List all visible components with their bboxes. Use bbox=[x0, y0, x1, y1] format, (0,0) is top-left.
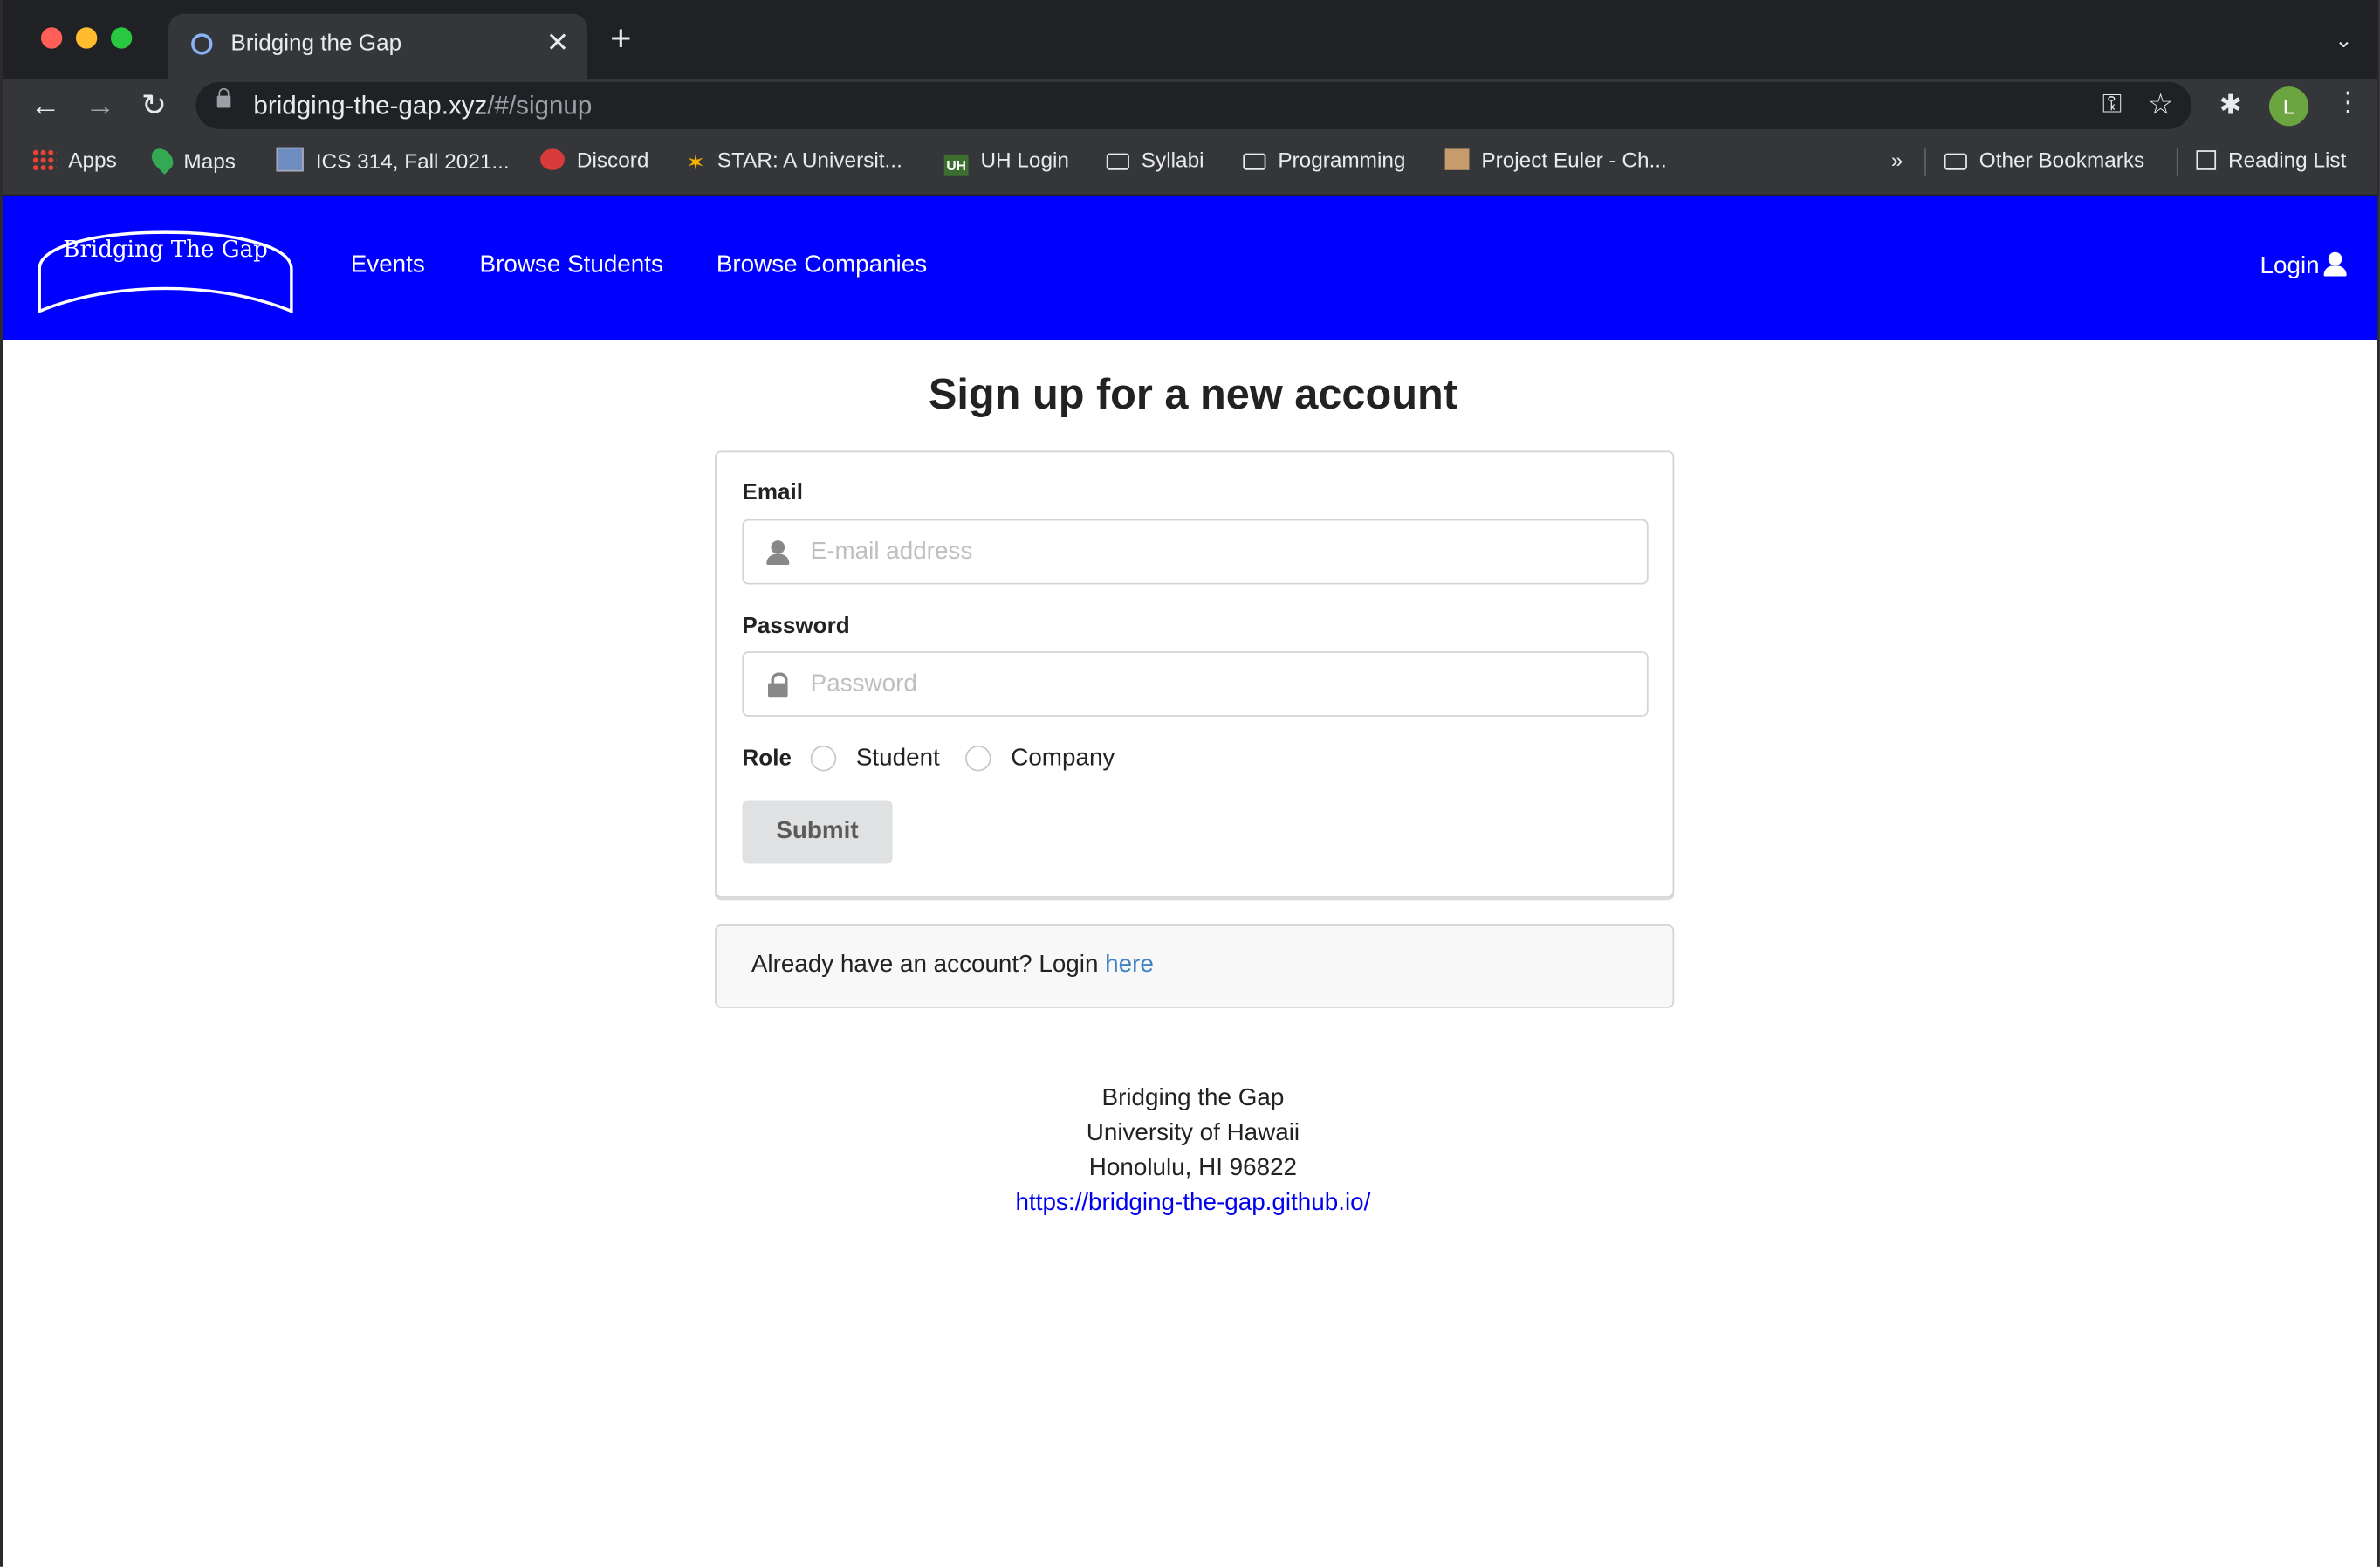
footer-org: Bridging the Gap bbox=[1101, 1085, 1285, 1112]
bookmark-star[interactable]: ✶ STAR: A Universit... bbox=[686, 148, 902, 176]
login-message-text: Already have an account? Login here bbox=[751, 952, 1154, 978]
page-footer: Bridging the Gap University of Hawaii Ho… bbox=[3, 1081, 2377, 1220]
bookmark-discord[interactable]: Discord bbox=[540, 148, 648, 172]
logo-text: Bridging The Gap bbox=[63, 235, 268, 263]
role-company-label[interactable]: Company bbox=[1011, 746, 1115, 773]
bookmark-separator bbox=[1924, 148, 1926, 176]
role-label: Role bbox=[742, 745, 792, 772]
lock-icon[interactable] bbox=[216, 87, 231, 108]
nav-browse-companies-link[interactable]: Browse Companies bbox=[717, 252, 927, 279]
bookmark-project-euler[interactable]: Project Euler - Ch... bbox=[1444, 148, 1667, 172]
minimize-window-button[interactable] bbox=[75, 27, 98, 49]
forward-arrow-icon[interactable]: → bbox=[85, 88, 115, 125]
bookmarks-overflow-button[interactable]: » bbox=[1891, 148, 1903, 172]
bookmark-ics314[interactable]: ICS 314, Fall 2021... bbox=[276, 147, 510, 173]
password-input[interactable] bbox=[810, 652, 1630, 716]
tab-title: Bridging the Gap bbox=[230, 30, 402, 57]
key-icon[interactable]: ⚿ bbox=[2102, 90, 2122, 120]
reading-list-button[interactable]: Reading List bbox=[2196, 148, 2346, 172]
folder-icon bbox=[1944, 153, 1967, 170]
footer-address: Honolulu, HI 96822 bbox=[1088, 1155, 1298, 1182]
extensions-puzzle-icon[interactable]: ✱ bbox=[2219, 90, 2242, 122]
discord-icon bbox=[540, 148, 565, 170]
password-field-wrapper bbox=[742, 651, 1649, 717]
email-input[interactable] bbox=[810, 520, 1630, 583]
password-label: Password bbox=[742, 613, 850, 640]
nav-events-link[interactable]: Events bbox=[351, 252, 425, 279]
screen: Bridging the Gap ✕ + ⌄ ← → ↻ bridging-th… bbox=[0, 0, 2380, 1567]
star-logo-icon: ✶ bbox=[686, 150, 705, 176]
bookmark-apps[interactable]: Apps bbox=[31, 148, 117, 172]
bookmark-syllabi[interactable]: Syllabi bbox=[1106, 148, 1204, 172]
browser-toolbar: ← → ↻ bridging-the-gap.xyz/#/signup ⚿ ☆ … bbox=[3, 79, 2377, 134]
browser-titlebar: Bridging the Gap ✕ + ⌄ bbox=[3, 0, 2377, 79]
apps-grid-icon bbox=[31, 148, 57, 170]
login-message: Already have an account? Login here bbox=[715, 924, 1675, 1008]
folder-icon bbox=[1106, 153, 1129, 170]
submit-button[interactable]: Submit bbox=[742, 800, 893, 864]
browser-menu-icon[interactable]: ⋮ bbox=[2335, 86, 2362, 119]
bookmark-separator bbox=[2176, 148, 2178, 176]
new-tab-button[interactable]: + bbox=[610, 20, 631, 58]
email-label: Email bbox=[742, 479, 804, 506]
login-dropdown[interactable]: Login bbox=[2260, 251, 2347, 281]
profile-avatar[interactable]: L bbox=[2268, 86, 2309, 127]
browser-window: Bridging the Gap ✕ + ⌄ ← → ↻ bridging-th… bbox=[0, 0, 2380, 1567]
footer-university: University of Hawaii bbox=[1086, 1120, 1300, 1147]
bookmark-maps[interactable]: Maps bbox=[147, 144, 236, 175]
bookmarks-bar: Apps Maps ICS 314, Fall 2021... Discord … bbox=[3, 134, 2377, 196]
signup-form: Email Password Role Student Company Subm… bbox=[715, 450, 1675, 897]
tab-search-chevron-icon[interactable]: ⌄ bbox=[2335, 27, 2352, 53]
project-euler-icon bbox=[1444, 148, 1470, 170]
address-bar[interactable]: bridging-the-gap.xyz/#/signup ⚿ ☆ bbox=[195, 81, 2192, 129]
bookmark-uh-login[interactable]: UH UH Login bbox=[943, 148, 1069, 176]
footer-website-link[interactable]: https://bridging-the-gap.github.io/ bbox=[3, 1186, 2377, 1220]
folder-icon bbox=[1243, 153, 1266, 170]
browser-tab-active[interactable]: Bridging the Gap ✕ bbox=[168, 13, 588, 79]
tab-close-icon[interactable]: ✕ bbox=[546, 27, 569, 59]
role-student-label[interactable]: Student bbox=[856, 746, 940, 773]
bookmark-programming[interactable]: Programming bbox=[1243, 148, 1405, 172]
role-company-radio[interactable] bbox=[965, 745, 991, 772]
email-field-wrapper bbox=[742, 519, 1649, 585]
role-student-radio[interactable] bbox=[810, 745, 837, 772]
user-icon bbox=[766, 540, 790, 565]
page-title: Sign up for a new account bbox=[928, 370, 1457, 418]
user-icon bbox=[2323, 251, 2347, 277]
lock-icon bbox=[766, 672, 789, 698]
uh-logo-icon: UH bbox=[943, 155, 969, 176]
close-window-button[interactable] bbox=[40, 27, 63, 49]
bookmark-other-bookmarks[interactable]: Other Bookmarks bbox=[1944, 148, 2144, 172]
site-logo[interactable]: Bridging The Gap bbox=[37, 223, 293, 314]
url-text[interactable]: bridging-the-gap.xyz/#/signup bbox=[253, 91, 592, 121]
reload-icon[interactable]: ↻ bbox=[141, 88, 167, 125]
back-arrow-icon[interactable]: ← bbox=[31, 88, 61, 125]
app-navbar: Bridging The Gap Events Browse Students … bbox=[3, 196, 2377, 340]
login-here-link[interactable]: here bbox=[1105, 952, 1154, 978]
reading-list-icon bbox=[2196, 150, 2217, 170]
maximize-window-button[interactable] bbox=[110, 27, 133, 49]
page-icon bbox=[276, 147, 304, 172]
bookmark-star-icon[interactable]: ☆ bbox=[2148, 88, 2174, 123]
tab-favicon-icon bbox=[191, 33, 213, 55]
nav-browse-students-link[interactable]: Browse Students bbox=[480, 252, 663, 279]
maps-pin-icon bbox=[147, 144, 178, 175]
